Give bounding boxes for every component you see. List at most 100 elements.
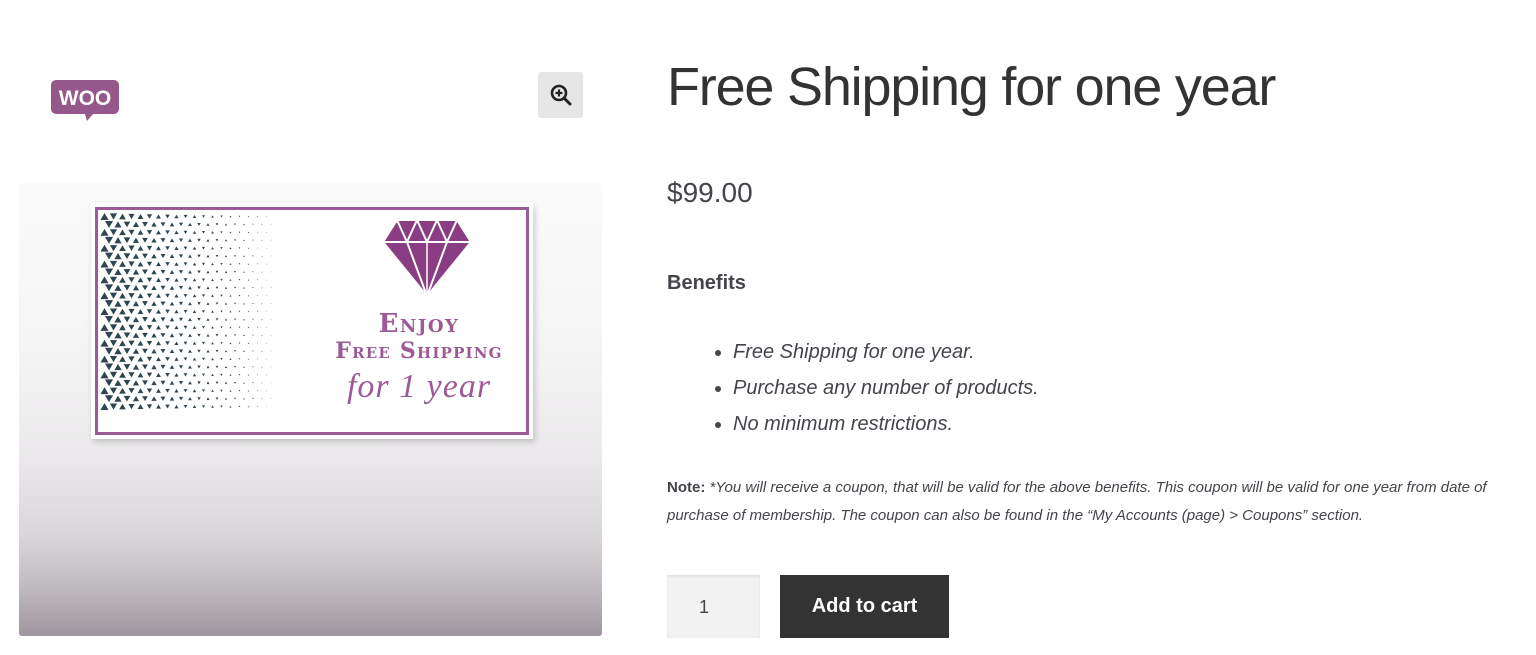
pattern-triangle (211, 326, 214, 329)
pattern-triangle (211, 357, 214, 361)
pattern-triangle (146, 261, 153, 267)
pattern-triangle (183, 294, 188, 298)
pattern-triangle (100, 323, 109, 331)
pattern-triangle (137, 293, 144, 299)
pattern-triangle (178, 270, 184, 274)
pattern-triangle (238, 389, 241, 392)
pattern-triangle (256, 295, 259, 297)
pattern-triangle (238, 326, 241, 329)
pattern-triangle (188, 317, 192, 322)
card-year-text: for 1 year (346, 368, 492, 405)
pattern-triangle (192, 405, 197, 409)
pattern-triangle (160, 333, 166, 338)
pattern-triangle (211, 310, 214, 313)
pattern-triangle (169, 317, 175, 322)
pattern-triangle (224, 239, 228, 242)
pattern-triangle (142, 237, 148, 243)
pattern-triangle (123, 269, 131, 275)
pattern-triangle (104, 220, 114, 228)
pattern-triangle (174, 404, 179, 409)
pattern-triangle (100, 228, 109, 236)
pattern-triangle (132, 300, 140, 307)
pattern-triangle (270, 398, 272, 400)
pattern-triangle (109, 355, 118, 363)
pattern-triangle (243, 239, 245, 242)
pattern-triangle (109, 308, 118, 315)
pattern-triangle (114, 395, 122, 402)
pattern-triangle (178, 301, 184, 306)
pattern-triangle (206, 318, 210, 321)
pattern-triangle (119, 403, 126, 410)
pattern-triangle (220, 294, 223, 297)
pattern-triangle (142, 364, 148, 370)
pattern-triangle (201, 357, 206, 361)
pattern-triangle (256, 216, 259, 217)
pattern-triangle (165, 293, 170, 298)
pattern-triangle (266, 216, 267, 217)
pattern-triangle (266, 295, 267, 297)
pattern-triangle (220, 342, 223, 345)
pattern-triangle (178, 333, 184, 338)
pattern-triangle (169, 380, 175, 385)
pattern-triangle (233, 223, 237, 226)
pattern-triangle (211, 215, 214, 218)
pattern-triangle (220, 263, 223, 266)
pattern-triangle (220, 231, 223, 234)
zoom-button[interactable] (538, 72, 583, 118)
pattern-triangle (156, 372, 161, 377)
pattern-triangle (132, 253, 140, 259)
pattern-triangle (183, 214, 188, 219)
pattern-triangle (201, 389, 206, 393)
pattern-triangle (123, 395, 131, 402)
pattern-triangle (215, 286, 219, 289)
pattern-triangle (123, 379, 131, 386)
pattern-triangle (132, 237, 140, 243)
pattern-triangle (114, 348, 122, 355)
pattern-triangle (178, 349, 184, 353)
pattern-triangle (243, 302, 245, 305)
pattern-triangle (174, 373, 179, 377)
pattern-triangle (100, 355, 109, 363)
pattern-triangle (252, 318, 254, 321)
pattern-triangle (238, 215, 241, 218)
pattern-triangle (261, 303, 263, 305)
list-item: No minimum restrictions. (733, 409, 1039, 445)
pattern-triangle (128, 277, 135, 283)
pattern-triangle (220, 389, 223, 392)
pattern-triangle (123, 221, 131, 228)
pattern-triangle (109, 276, 118, 283)
pattern-triangle (197, 365, 201, 369)
pattern-triangle (233, 334, 237, 337)
quantity-input[interactable] (667, 575, 760, 638)
product-image[interactable]: Enjoy Free Shipping for 1 year (19, 183, 602, 636)
pattern-triangle (224, 270, 228, 273)
pattern-triangle (215, 365, 219, 369)
pattern-triangle (104, 268, 114, 276)
pattern-triangle (160, 301, 166, 306)
pattern-triangle (137, 245, 144, 251)
pattern-triangle (151, 269, 157, 275)
pattern-triangle (160, 222, 166, 227)
pattern-triangle (201, 341, 206, 345)
pattern-triangle (252, 255, 254, 257)
pattern-triangle (197, 302, 201, 306)
pattern-triangle (206, 302, 210, 305)
pattern-triangle (165, 341, 170, 346)
pattern-triangle (123, 364, 131, 370)
pattern-triangle (146, 340, 153, 346)
product-price: $99.00 (667, 177, 753, 208)
pattern-triangle (261, 255, 263, 257)
pattern-triangle (252, 398, 254, 400)
pattern-triangle (160, 349, 166, 354)
pattern-triangle (211, 231, 214, 234)
pattern-triangle (169, 365, 175, 369)
pattern-triangle (119, 245, 126, 252)
pattern-triangle (104, 331, 114, 339)
add-to-cart-button[interactable]: Add to cart (780, 575, 949, 638)
pattern-triangle (119, 372, 126, 378)
pattern-triangle (247, 326, 250, 328)
pattern-triangle (100, 213, 109, 220)
pattern-triangle (123, 332, 131, 339)
pattern-triangle (183, 262, 188, 266)
pattern-triangle (206, 223, 210, 226)
